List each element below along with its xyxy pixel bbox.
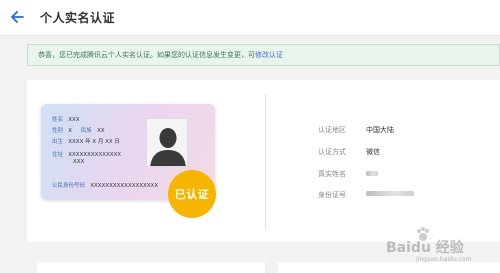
success-notice: 恭喜，您已完成腾讯云个人实名认证。如果您的认证信息发生变更，可修改认证 — [27, 44, 500, 66]
id-number-label: 公民身份号码 — [52, 183, 86, 189]
id-ethnicity-label: 民族 — [80, 128, 92, 134]
top-bar: 个人实名认证 — [0, 0, 500, 36]
id-number-row: 公民身份号码 XXXXXXXXXXXXXXXXXX — [52, 181, 158, 189]
verified-badge: 已认证 — [168, 170, 216, 218]
id-birth-value: XXXX 年 X 月 XX 日 — [68, 139, 120, 145]
vertical-divider — [265, 94, 266, 230]
id-birth-label: 出生 — [52, 139, 64, 145]
notice-text: 恭喜，您已完成腾讯云个人实名认证。如果您的认证信息发生变更，可 — [38, 51, 255, 59]
id-address-row: 住址 XXXXXXXXXXXXXX — [52, 150, 121, 158]
page-title: 个人实名认证 — [40, 11, 116, 25]
id-name-label: 姓名 — [52, 117, 64, 123]
real-name-masked — [366, 171, 378, 176]
info-label-id-number: 身份证号 — [318, 191, 346, 199]
info-label-region: 认证地区 — [318, 126, 346, 134]
id-name-row: 姓名 XXX — [52, 115, 80, 123]
info-label-real-name: 真实姓名 — [318, 170, 346, 178]
bottom-panel-left — [37, 262, 265, 273]
id-ethnicity-value: XX — [97, 128, 105, 134]
id-gender-label: 性别 — [52, 128, 64, 134]
watermark-text: Baidu 经验 — [386, 240, 464, 256]
id-photo — [146, 118, 188, 167]
arrow-left-icon — [10, 11, 24, 23]
id-gender-value: X — [68, 128, 73, 134]
id-number-value: XXXXXXXXXXXXXXXXXX — [90, 183, 159, 189]
modify-certification-link[interactable]: 修改认证 — [255, 51, 283, 59]
id-address-row-2: XXX — [73, 159, 84, 165]
info-value-method: 微信 — [366, 148, 380, 156]
id-gender-row: 性别 X 民族 XX — [52, 126, 105, 134]
id-name-value: XXX — [68, 117, 80, 123]
watermark-url: jingyan.baidu.com — [416, 256, 472, 263]
back-button[interactable] — [9, 7, 25, 27]
id-birth-row: 出生 XXXX 年 X 月 XX 日 — [52, 137, 120, 145]
id-address-line1: XXXXXXXXXXXXXX — [68, 152, 122, 158]
id-address-line2: XXX — [73, 159, 85, 165]
person-silhouette-icon — [150, 128, 186, 166]
id-address-label: 住址 — [52, 152, 64, 158]
id-number-masked — [366, 191, 414, 196]
info-label-method: 认证方式 — [318, 148, 346, 156]
info-value-region: 中国大陆 — [366, 126, 394, 134]
baidu-watermark: Baidu 经验 jingyan.baidu.com — [386, 222, 498, 266]
